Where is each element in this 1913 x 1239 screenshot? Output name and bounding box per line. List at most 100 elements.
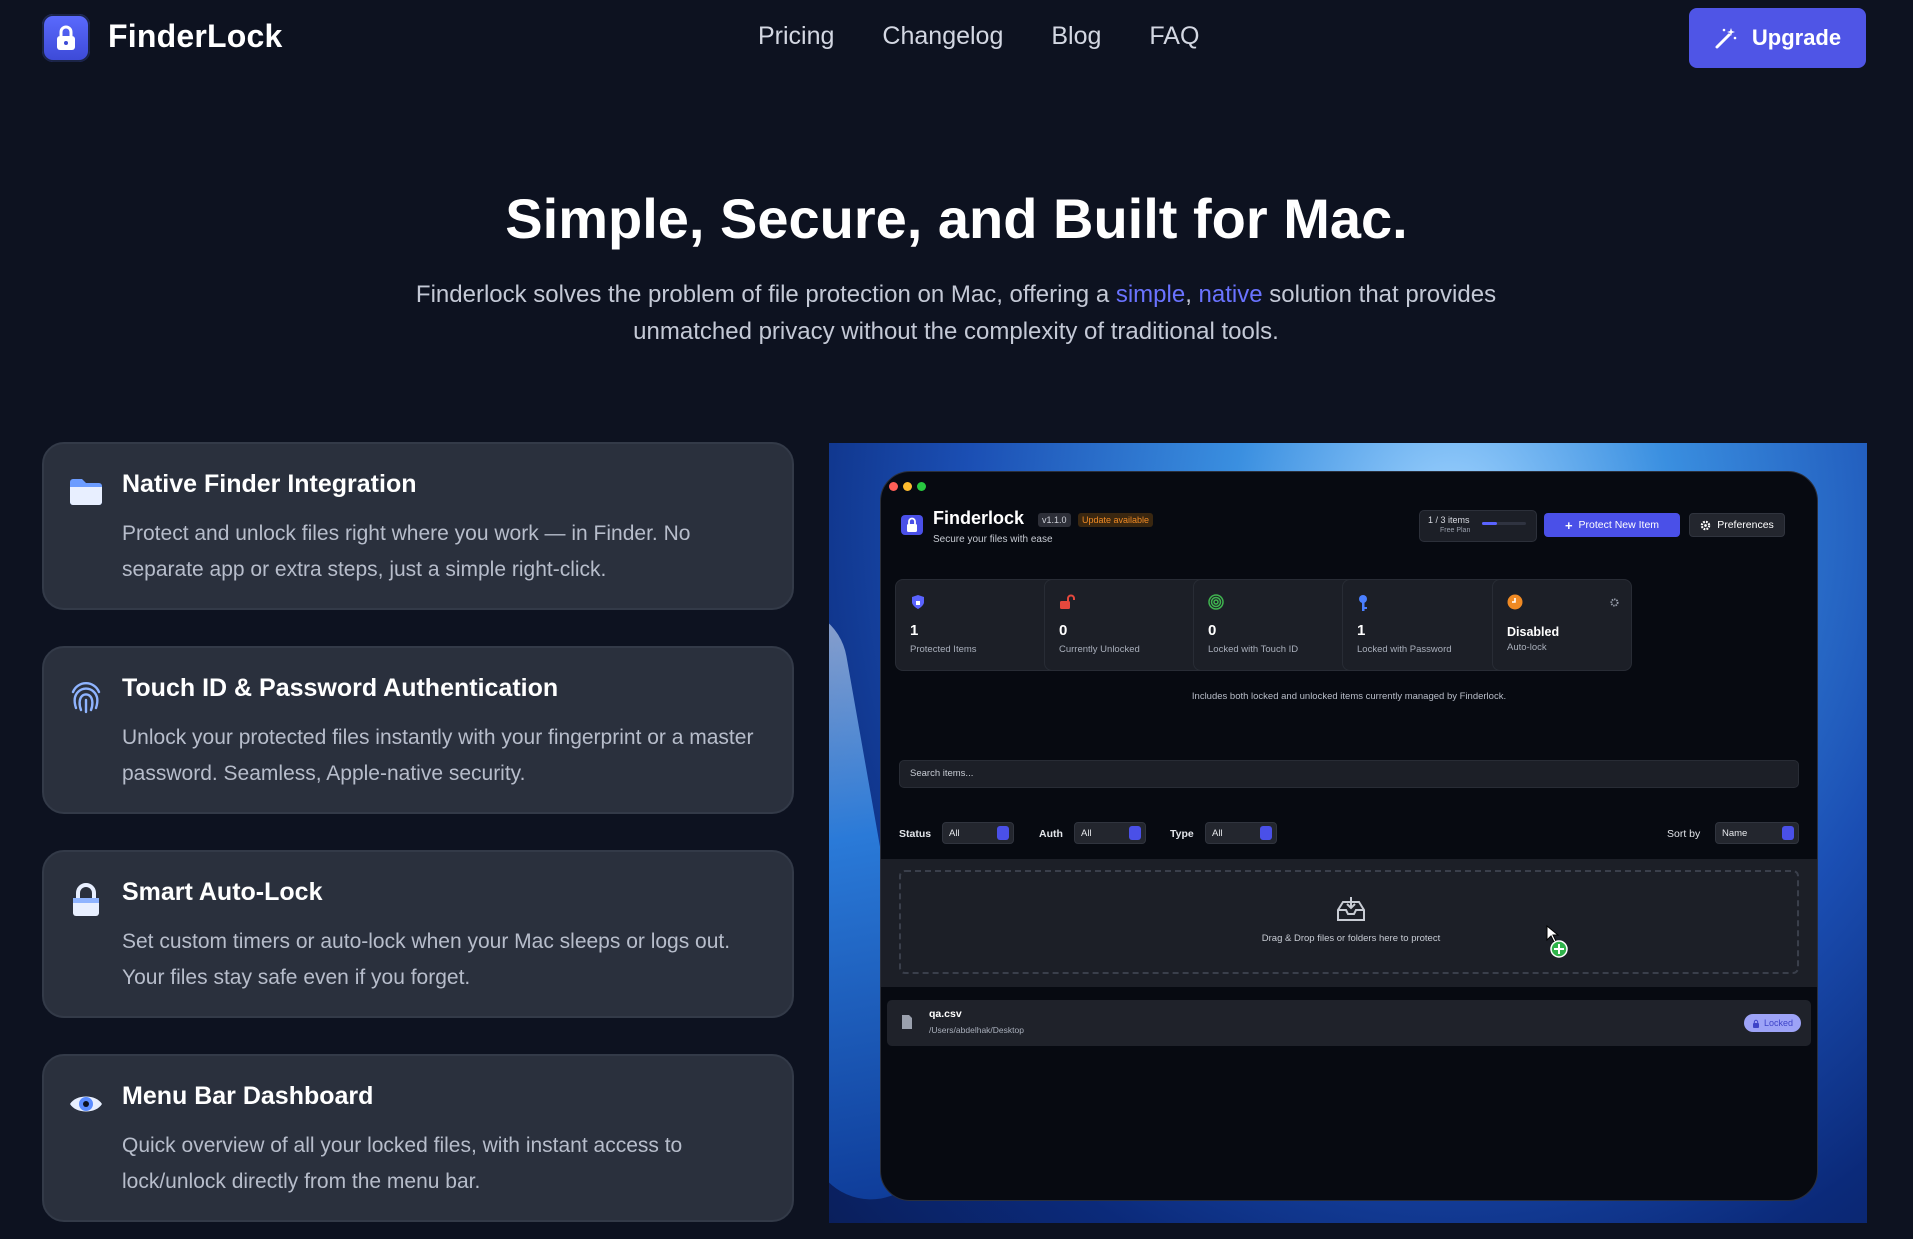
eye-icon bbox=[70, 1096, 102, 1112]
feature-description: Protect and unlock files right where you… bbox=[122, 522, 691, 581]
app-window: Finderlock v1.1.0 Update available Secur… bbox=[880, 471, 1818, 1201]
hero-subtitle: Finderlock solves the problem of file pr… bbox=[406, 276, 1506, 350]
status-badge[interactable]: Locked bbox=[1743, 1014, 1801, 1032]
type-filter-label: Type bbox=[1170, 828, 1194, 840]
nav-link-faq[interactable]: FAQ bbox=[1149, 22, 1199, 51]
clock-icon bbox=[1507, 594, 1523, 610]
shield-icon bbox=[912, 595, 924, 609]
auth-filter-select[interactable]: All bbox=[1074, 822, 1146, 844]
sort-by-select[interactable]: Name bbox=[1715, 822, 1799, 844]
stat-locked-touchid: 0 Locked with Touch ID bbox=[1193, 579, 1363, 671]
nav-link-changelog[interactable]: Changelog bbox=[882, 22, 1003, 51]
folder-icon bbox=[70, 479, 102, 505]
highlight-simple: simple bbox=[1115, 281, 1186, 308]
plan-items: 1 / 3 items bbox=[1428, 515, 1470, 525]
version-badge: v1.1.0 bbox=[1038, 513, 1071, 527]
drop-zone-text: Drag & Drop files or folders here to pro… bbox=[1261, 933, 1441, 944]
lock-icon bbox=[1752, 1019, 1759, 1028]
stat-value: 0 bbox=[1208, 622, 1217, 639]
feature-title: Menu Bar Dashboard bbox=[122, 1082, 374, 1110]
file-path: /Users/abdelhak/Desktop bbox=[929, 1025, 1024, 1035]
stat-label: Auto-lock bbox=[1507, 642, 1547, 653]
protect-new-item-label: Protect New Item bbox=[1578, 519, 1660, 531]
cursor-add-icon bbox=[1546, 924, 1568, 958]
plan-name: Free Plan bbox=[1440, 527, 1471, 534]
fingerprint-icon bbox=[71, 682, 101, 714]
window-zoom-button[interactable] bbox=[917, 482, 926, 491]
stat-currently-unlocked: 0 Currently Unlocked bbox=[1044, 579, 1214, 671]
lock-icon bbox=[73, 883, 99, 916]
stat-label: Locked with Touch ID bbox=[1208, 644, 1299, 655]
drop-zone[interactable]: Drag & Drop files or folders here to pro… bbox=[881, 859, 1817, 987]
hero-subtitle-text: Finderlock solves the problem of file pr… bbox=[415, 281, 1116, 308]
sort-by-value: Name bbox=[1722, 828, 1748, 839]
tray-download-icon bbox=[1337, 897, 1365, 921]
status-filter-select[interactable]: All bbox=[942, 822, 1014, 844]
key-icon bbox=[1359, 595, 1367, 611]
stat-value: 0 bbox=[1059, 622, 1068, 639]
window-minimize-button[interactable] bbox=[903, 482, 912, 491]
stats-note: Includes both locked and unlocked items … bbox=[1191, 691, 1507, 702]
settings-gear-icon[interactable] bbox=[1610, 598, 1619, 607]
feature-title: Smart Auto-Lock bbox=[122, 878, 323, 906]
upgrade-label: Upgrade bbox=[1751, 25, 1842, 50]
plan-progress-bar bbox=[1482, 522, 1526, 525]
plus-icon: + bbox=[1564, 517, 1573, 533]
window-close-button[interactable] bbox=[889, 482, 898, 491]
nav-link-blog[interactable]: Blog bbox=[1051, 22, 1101, 51]
feature-description: Unlock your protected files instantly wi… bbox=[122, 726, 754, 785]
preferences-button[interactable]: Preferences bbox=[1689, 513, 1785, 537]
hero-subtitle-comma: , bbox=[1185, 281, 1199, 308]
highlight-native: native bbox=[1198, 281, 1263, 308]
app-lock-icon bbox=[901, 515, 923, 535]
feature-card-touchid: Touch ID & Password Authentication Unloc… bbox=[42, 646, 794, 814]
brand-name[interactable]: FinderLock bbox=[108, 18, 282, 55]
status-filter-label: Status bbox=[899, 828, 932, 840]
status-filter-value: All bbox=[949, 828, 960, 839]
app-subtitle: Secure your files with ease bbox=[933, 534, 1053, 545]
feature-card-autolock: Smart Auto-Lock Set custom timers or aut… bbox=[42, 850, 794, 1018]
stat-locked-password: 1 Locked with Password bbox=[1342, 579, 1512, 671]
feature-description: Set custom timers or auto-lock when your… bbox=[122, 930, 731, 989]
nav-links: Pricing Changelog Blog FAQ bbox=[758, 22, 1199, 51]
magic-wand-icon bbox=[1715, 28, 1737, 49]
unlock-icon bbox=[1060, 594, 1075, 609]
nav-link-pricing[interactable]: Pricing bbox=[758, 22, 834, 51]
stat-value: 1 bbox=[1357, 622, 1366, 639]
stat-label: Locked with Password bbox=[1357, 644, 1452, 655]
select-chevron-icon bbox=[1129, 826, 1141, 840]
update-badge[interactable]: Update available bbox=[1078, 513, 1154, 527]
select-chevron-icon bbox=[1782, 826, 1794, 840]
feature-title: Native Finder Integration bbox=[122, 470, 417, 498]
preferences-label: Preferences bbox=[1717, 519, 1774, 531]
stat-value: 1 bbox=[910, 622, 919, 639]
table-row[interactable]: qa.csv /Users/abdelhak/Desktop Locked bbox=[887, 1000, 1811, 1046]
stat-value: Disabled bbox=[1507, 625, 1560, 639]
select-chevron-icon bbox=[1260, 826, 1272, 840]
gear-icon bbox=[1700, 520, 1711, 530]
auth-filter-label: Auth bbox=[1039, 828, 1063, 840]
select-chevron-icon bbox=[997, 826, 1009, 840]
app-screenshot: Finderlock v1.1.0 Update available Secur… bbox=[829, 443, 1867, 1223]
stat-protected-items: 1 Protected Items bbox=[895, 579, 1065, 671]
protect-new-item-button[interactable]: + Protect New Item bbox=[1544, 513, 1680, 537]
search-placeholder: Search items... bbox=[910, 768, 974, 779]
plan-usage: 1 / 3 items Free Plan bbox=[1419, 510, 1537, 542]
type-filter-select[interactable]: All bbox=[1205, 822, 1277, 844]
feature-description: Quick overview of all your locked files,… bbox=[122, 1134, 683, 1193]
auth-filter-value: All bbox=[1081, 828, 1092, 839]
drop-zone-border: Drag & Drop files or folders here to pro… bbox=[899, 870, 1799, 974]
file-name: qa.csv bbox=[929, 1008, 962, 1020]
status-badge-label: Locked bbox=[1763, 1018, 1793, 1028]
stat-label: Currently Unlocked bbox=[1059, 644, 1140, 655]
top-nav: FinderLock Pricing Changelog Blog FAQ Up… bbox=[0, 0, 1913, 76]
upgrade-button[interactable]: Upgrade bbox=[1689, 8, 1866, 68]
hero-title: Simple, Secure, and Built for Mac. bbox=[505, 187, 1408, 250]
app-title: Finderlock bbox=[933, 508, 1025, 528]
feature-title: Touch ID & Password Authentication bbox=[122, 674, 559, 702]
stat-auto-lock[interactable]: Disabled Auto-lock bbox=[1492, 579, 1632, 671]
stat-label: Protected Items bbox=[910, 644, 977, 655]
plan-progress-fill bbox=[1482, 522, 1497, 525]
finderlock-logo-icon[interactable] bbox=[42, 14, 90, 62]
search-input[interactable]: Search items... bbox=[899, 760, 1799, 788]
